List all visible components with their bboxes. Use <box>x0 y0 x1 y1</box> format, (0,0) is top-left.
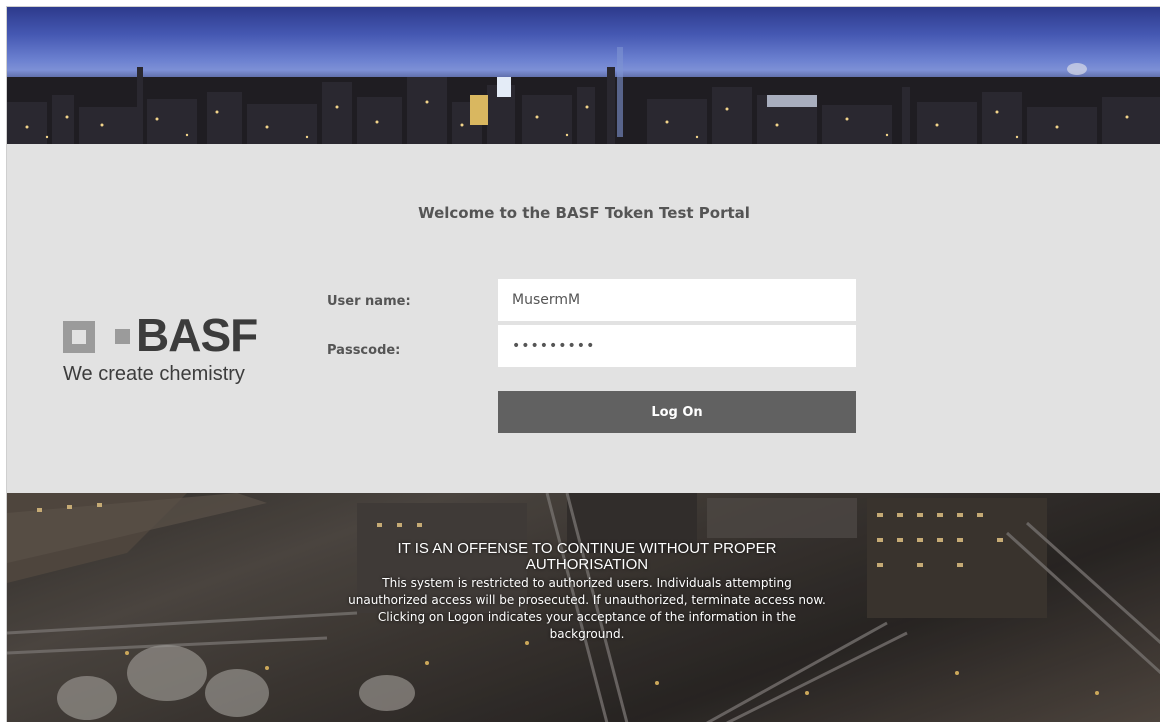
industrial-plant-banner: IT IS AN OFFENSE TO CONTINUE WITHOUT PRO… <box>7 493 1160 722</box>
logo-tagline: We create chemistry <box>63 363 245 385</box>
logo-small-square <box>115 329 130 344</box>
logo-large-square <box>63 321 95 353</box>
city-skyline-banner <box>7 7 1160 144</box>
login-page: Welcome to the BASF Token Test Portal BA… <box>6 6 1160 722</box>
legal-notice-body: This system is restricted to authorized … <box>348 576 826 641</box>
logo-wordmark: BASF <box>136 309 258 361</box>
login-panel: Welcome to the BASF Token Test Portal BA… <box>7 144 1160 493</box>
log-on-button[interactable]: Log On <box>498 391 856 433</box>
passcode-label: Passcode: <box>327 343 401 358</box>
legal-notice: IT IS AN OFFENSE TO CONTINUE WITHOUT PRO… <box>347 541 827 643</box>
welcome-heading: Welcome to the BASF Token Test Portal <box>418 204 750 222</box>
basf-logo: BASF We create chemistry <box>63 312 283 400</box>
legal-notice-title: IT IS AN OFFENSE TO CONTINUE WITHOUT PRO… <box>397 540 777 573</box>
passcode-input[interactable] <box>498 325 856 367</box>
username-label: User name: <box>327 294 411 309</box>
username-input[interactable] <box>498 279 856 321</box>
